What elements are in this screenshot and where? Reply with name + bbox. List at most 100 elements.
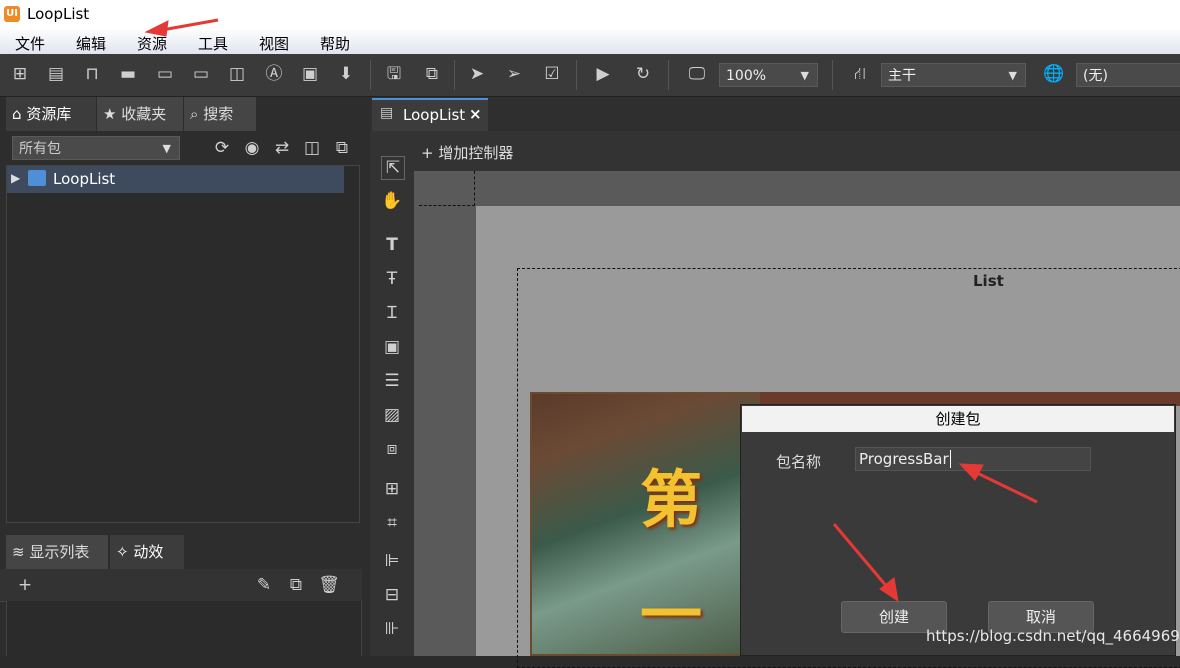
play-icon[interactable]: ▶ [592,63,614,85]
edit-icon[interactable]: ✎ [253,574,275,596]
refresh-icon[interactable]: ⟳ [211,137,233,159]
new-button-icon[interactable]: ▬ [117,63,139,85]
chevron-down-icon: ▼ [162,142,171,155]
resource-tree [6,165,360,523]
star-icon: ★ [103,105,117,123]
branch-value: 主干 [888,68,916,84]
add-icon[interactable]: + [14,574,36,596]
tab-animation[interactable]: ✧ 动效 [110,535,184,569]
document-icon: ▤ [380,105,394,121]
document-tabbar [370,97,1180,131]
banner-image[interactable]: 第 一 [530,392,760,656]
package-filter-value: 所有包 [19,141,61,157]
image-tool-icon[interactable]: ▣ [381,336,403,358]
expand-arrow-icon[interactable]: ▶ [11,171,20,185]
animation-toolbar: + ✎ ⧉ 🗑 [0,569,362,602]
tree-item-label: LoopList [53,170,116,188]
publish-icon[interactable]: ➤ [466,63,488,85]
menu-help[interactable]: 帮助 [320,33,350,54]
branch-icon: ⛙ [854,64,866,84]
new-movieclip-icon[interactable]: ▣ [299,63,321,85]
list-label: List [973,272,1004,290]
chevron-down-icon: ▼ [800,69,809,82]
tab-favorites[interactable]: ★ 收藏夹 [97,97,183,131]
branch-select[interactable]: 主干 ▼ [881,63,1026,87]
new-progressbar-icon[interactable]: ▭ [190,63,212,85]
zoom-select[interactable]: 100% ▼ [719,63,818,87]
search-icon: ⌕ [190,105,199,123]
language-select[interactable]: (无) [1076,63,1180,87]
tab-label: LoopList [403,106,466,124]
collapse-icon[interactable]: ⧉ [331,137,353,159]
loader-tool-icon[interactable]: ▨ [381,404,403,426]
refresh-icon[interactable]: ↻ [632,63,654,85]
align-center-icon[interactable]: ⊟ [381,584,403,606]
menu-view[interactable]: 视图 [259,33,289,54]
publish-all-icon[interactable]: ➢ [503,63,525,85]
import-icon[interactable]: ⬇ [335,63,357,85]
app-icon: UI [4,6,20,22]
select-tool-icon[interactable]: ⇱ [381,156,405,180]
text-tool-icon[interactable]: T [381,234,403,256]
group-tool-icon[interactable]: ⊞ [381,478,403,500]
layers-icon: ≋ [12,543,25,561]
trash-icon[interactable]: 🗑 [318,574,340,596]
package-name-label: 包名称 [776,453,822,471]
save-icon[interactable]: 🖫 [383,63,405,85]
create-package-dialog [740,404,1176,656]
align-right-icon[interactable]: ⊪ [381,618,403,640]
chevron-down-icon: ▼ [1008,69,1017,82]
menu-resources[interactable]: 资源 [137,33,167,54]
hand-tool-icon[interactable]: ✋ [381,190,403,212]
3d-tool-icon[interactable]: ⧈ [381,438,403,460]
menu-edit[interactable]: 编辑 [76,33,106,54]
menu-tools[interactable]: 工具 [198,33,228,54]
menu-file[interactable]: 文件 [15,33,45,54]
title-bar: UI LoopList [0,0,1180,30]
menu-bar: 文件 编辑 资源 工具 视图 帮助 [0,30,1180,54]
tree-item-looplist[interactable]: ▶ LoopList [7,166,344,193]
package-filter-select[interactable]: 所有包 ▼ [12,136,180,160]
animation-list [6,601,362,656]
new-slider-icon[interactable]: ◫ [226,63,248,85]
list-tool-icon[interactable]: ☰ [381,370,403,392]
new-combobox-icon[interactable]: ▭ [154,63,176,85]
package-name-input[interactable]: ProgressBar [855,447,1091,471]
align-left-icon[interactable]: ⊫ [381,550,403,572]
tab-library[interactable]: ⌂ 资源库 [6,97,96,131]
stage-corner-guide [419,171,475,206]
tab-looplist[interactable]: ▤ LoopList × [372,98,488,131]
sparkle-icon: ✧ [116,543,129,561]
package-icon [28,170,46,186]
home-icon: ⌂ [12,105,22,123]
new-component-icon[interactable]: ▤ [45,63,67,85]
package-name-value: ProgressBar [859,450,949,468]
banner-char-2: 一 [640,578,703,651]
plus-icon: + [421,144,434,162]
richtext-tool-icon[interactable]: Ŧ [381,268,403,290]
dialog-title: 创建包 [742,406,1174,432]
save-all-icon[interactable]: ⧉ [421,63,443,85]
controller-bar: + 增加控制器 [414,131,1180,171]
main-toolbar: ⊞ ▤ ⊓ ▬ ▭ ▭ ◫ Ⓐ ▣ ⬇ 🖫 ⧉ ➤ ➢ ☑ ▶ ↻ 🖵 100%… [0,54,1180,97]
tab-display-list[interactable]: ≋ 显示列表 [6,535,108,569]
locate-icon[interactable]: ◉ [241,137,263,159]
watermark-text: https://blog.csdn.net/qq_46649692 [926,627,1180,645]
new-font-icon[interactable]: Ⓐ [263,63,285,85]
window-title: LoopList [27,5,90,23]
input-tool-icon[interactable]: Ɪ [381,302,403,324]
zoom-value: 100% [726,68,767,84]
split-view-icon[interactable]: ◫ [301,137,323,159]
swap-icon[interactable]: ⇄ [271,137,293,159]
transform-tool-icon[interactable]: ⌗ [381,512,403,534]
publish-settings-icon[interactable]: ☑ [541,63,563,85]
preview-icon[interactable]: 🖵 [686,63,708,85]
close-icon[interactable]: × [469,105,482,123]
new-label-icon[interactable]: ⊓ [81,63,103,85]
copy-icon[interactable]: ⧉ [285,574,307,596]
new-package-icon[interactable]: ⊞ [9,63,31,85]
add-controller-button[interactable]: + 增加控制器 [421,142,513,163]
globe-icon: 🌐 [1043,64,1065,84]
tab-search[interactable]: ⌕ 搜索 [184,97,256,131]
language-value: (无) [1083,68,1108,84]
